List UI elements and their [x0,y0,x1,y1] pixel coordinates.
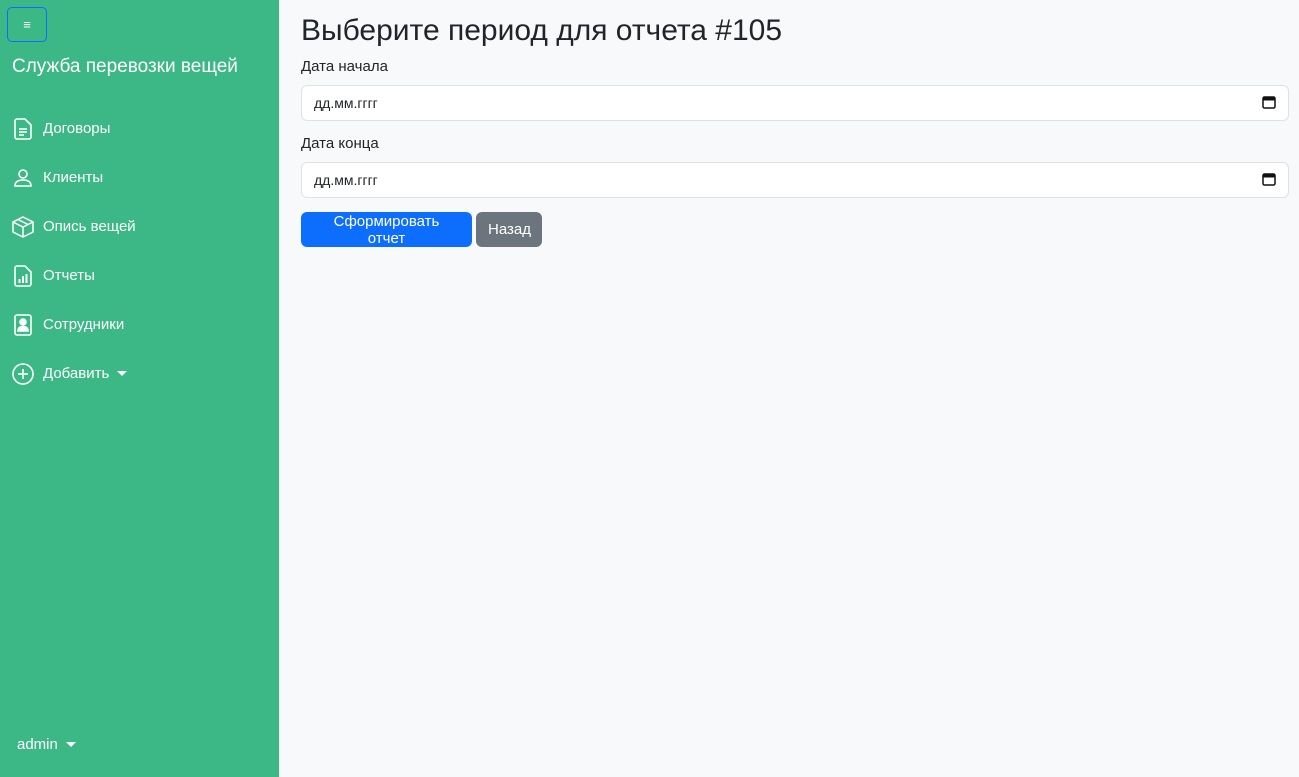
page-title: Выберите период для отчета #105 [301,14,783,47]
sidebar-item-label: Опись вещей [43,218,136,235]
sidebar-item-label: Отчеты [43,267,95,284]
username: admin [17,736,58,753]
report-icon [12,264,34,288]
document-icon [12,117,34,141]
sidebar-item-label: Клиенты [43,169,104,186]
sidebar-item-label: Добавить [43,365,110,382]
caret-down-icon [117,371,128,376]
start-date-input[interactable]: дд.мм.гггг [301,85,1289,121]
menu-icon: ≡ [23,17,31,32]
sidebar-item-employees[interactable]: Сотрудники [12,300,272,349]
sidebar-item-inventory[interactable]: Опись вещей [12,202,272,251]
sidebar-toggle-button[interactable]: ≡ [7,7,47,42]
box-icon [12,215,34,239]
end-date-input[interactable]: дд.мм.гггг [301,162,1289,198]
generate-report-button[interactable]: Сформировать отчет [301,212,472,247]
sidebar-item-reports[interactable]: Отчеты [12,251,272,300]
person-icon [12,166,34,190]
back-button[interactable]: Назад [476,212,542,247]
user-menu[interactable]: admin [17,736,76,753]
caret-down-icon [65,742,76,747]
end-date-label: Дата конца [301,135,379,152]
app-layout: ≡ Служба перевозки вещей Договоры Клиент… [0,0,1299,777]
start-date-value: дд.мм.гггг [314,95,378,111]
sidebar: ≡ Служба перевозки вещей Договоры Клиент… [0,0,279,777]
calendar-icon[interactable] [1262,172,1276,189]
sidebar-item-clients[interactable]: Клиенты [12,153,272,202]
end-date-value: дд.мм.гггг [314,172,378,188]
form-actions: Сформировать отчет Назад [301,212,1289,247]
main-content: Выберите период для отчета #105 Дата нач… [279,0,1299,777]
calendar-icon[interactable] [1262,95,1276,112]
sidebar-item-label: Сотрудники [43,316,125,333]
sidebar-item-contracts[interactable]: Договоры [12,104,272,153]
plus-circle-icon [12,362,34,386]
sidebar-item-label: Договоры [43,120,111,137]
sidebar-item-add[interactable]: Добавить [12,349,272,398]
sidebar-nav: Договоры Клиенты Опись вещей Отчеты Сотр… [12,104,272,398]
start-date-label: Дата начала [301,58,388,75]
badge-icon [12,313,34,337]
brand-title: Служба перевозки вещей [12,56,238,77]
